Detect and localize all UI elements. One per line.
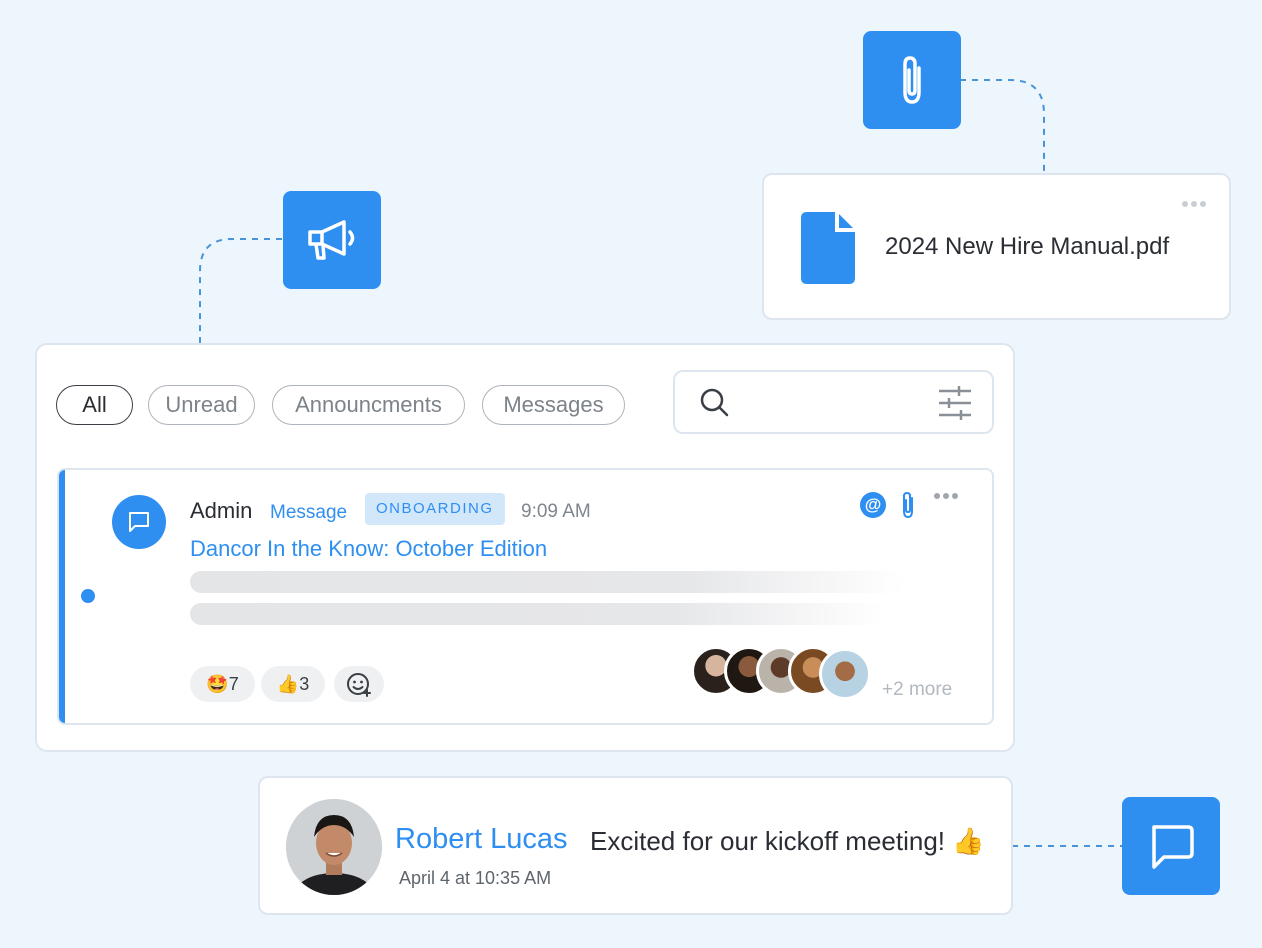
reaction-starstruck[interactable]: 🤩 7 [190, 666, 255, 702]
reaction-emoji: 🤩 [206, 673, 229, 694]
filter-all[interactable]: All [56, 385, 133, 425]
add-reaction-button[interactable] [334, 666, 384, 702]
post-time: 9:09 AM [521, 501, 591, 522]
search-box[interactable] [673, 370, 994, 434]
document-icon [801, 212, 855, 284]
post-more-icon[interactable] [932, 492, 960, 500]
post-title[interactable]: Dancor In the Know: October Edition [190, 536, 547, 562]
search-input[interactable] [737, 386, 931, 420]
filter-announcements[interactable]: Announcments [272, 385, 465, 425]
paperclip-icon [903, 56, 921, 104]
filter-messages[interactable]: Messages [482, 385, 625, 425]
comment-timestamp: April 4 at 10:35 AM [399, 868, 552, 888]
chat-tile [1122, 797, 1220, 895]
chat-bubble-icon [1152, 825, 1194, 869]
filter-sliders-icon[interactable] [937, 384, 973, 422]
message-icon [129, 512, 149, 532]
post-type[interactable]: Message [270, 502, 347, 524]
reaction-emoji: 👍 [276, 673, 300, 694]
attachment-icon[interactable] [898, 490, 918, 520]
announcement-tile [283, 191, 381, 289]
more-viewers[interactable]: +2 more [882, 679, 952, 701]
comment-card[interactable]: Robert Lucas Excited for our kickoff mee… [258, 776, 1013, 915]
file-card[interactable]: 2024 New Hire Manual.pdf [762, 173, 1231, 320]
message-type-avatar [112, 495, 166, 549]
add-emoji-icon [347, 673, 371, 697]
more-options-icon[interactable] [1180, 195, 1210, 207]
post-card[interactable]: Admin Message ONBOARDING 9:09 AM @ Danco… [57, 468, 994, 725]
feed-panel: All Unread Announcments Messages Admin M… [35, 343, 1015, 752]
reaction-count: 3 [299, 673, 310, 694]
viewer-avatar-5 [819, 648, 871, 700]
megaphone-icon [308, 220, 355, 260]
commenter-avatar [286, 799, 382, 895]
preview-line-1 [190, 571, 905, 593]
search-icon [700, 388, 729, 417]
commenter-name[interactable]: Robert Lucas [395, 823, 568, 856]
comment-text: Excited for our kickoff meeting! 👍 [590, 826, 985, 856]
filter-unread[interactable]: Unread [148, 385, 255, 425]
post-accent-bar [59, 470, 65, 723]
preview-line-2 [190, 603, 885, 625]
post-tag-badge[interactable]: ONBOARDING [365, 493, 505, 525]
attachment-tile [863, 31, 961, 129]
unread-dot [81, 589, 95, 603]
reaction-thumbs-up[interactable]: 👍 3 [261, 666, 325, 702]
post-author[interactable]: Admin [190, 498, 252, 524]
mention-icon[interactable]: @ [860, 492, 886, 518]
reaction-count: 7 [228, 673, 239, 694]
file-name: 2024 New Hire Manual.pdf [885, 233, 1170, 260]
